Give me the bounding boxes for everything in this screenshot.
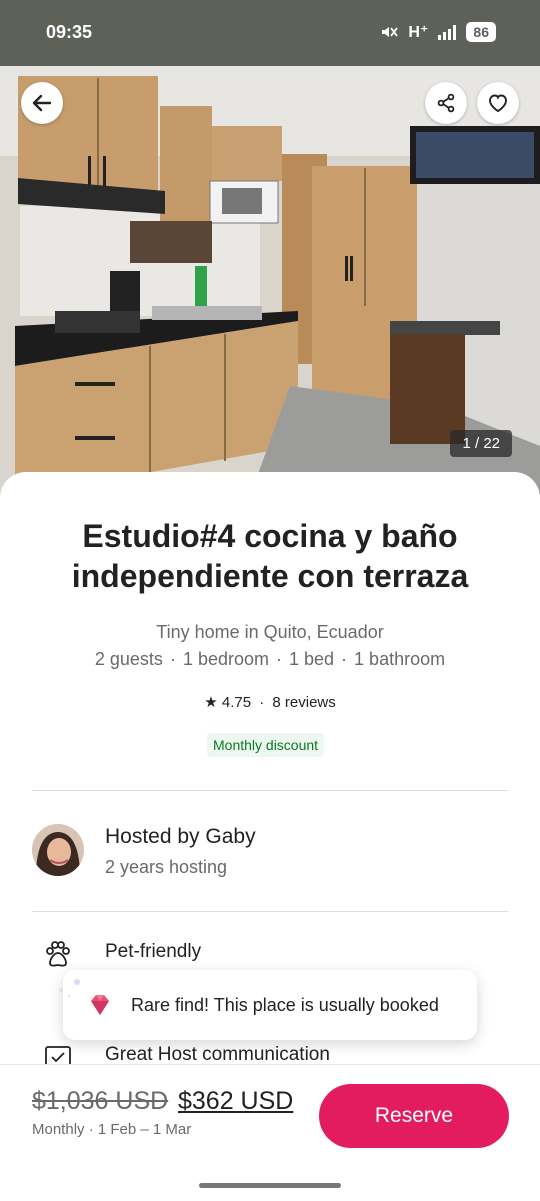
home-indicator[interactable] (199, 1183, 341, 1188)
feature-pet-friendly: Pet-friendly (105, 941, 202, 962)
detail-guests: 2 guests (94, 649, 163, 669)
signal-icon (438, 24, 457, 40)
network-label: H⁺ (408, 24, 429, 41)
booking-footer: $1,036 USD $362 USD Monthly · 1 Feb – 1 … (0, 1064, 540, 1201)
star-icon: ★ (204, 694, 218, 711)
discounted-price[interactable]: $362 USD (178, 1087, 293, 1116)
back-button[interactable] (21, 82, 63, 124)
reserve-button[interactable]: Reserve (319, 1084, 509, 1148)
rating-row[interactable]: ★ 4.75 · 8 reviews (0, 693, 540, 711)
share-icon (437, 93, 455, 113)
detail-beds: 1 bed (289, 649, 335, 669)
photo-counter: 1 / 22 (450, 430, 512, 457)
status-bar: 09:35 H⁺ 86 (0, 0, 540, 66)
host-years: 2 years hosting (105, 857, 228, 877)
feature-host-communication: Great Host communication (105, 1044, 330, 1065)
reviews-link[interactable]: 8 reviews (272, 694, 335, 711)
share-button[interactable] (425, 82, 467, 124)
save-favorite-button[interactable] (477, 82, 519, 124)
stay-dates[interactable]: Monthly · 1 Feb – 1 Mar (32, 1121, 191, 1138)
listing-photo[interactable]: 1 / 22 (0, 66, 540, 496)
gem-icon (91, 995, 109, 1015)
status-time: 09:35 (46, 22, 93, 42)
detail-bedrooms: 1 bedroom (182, 649, 269, 669)
divider (32, 790, 508, 791)
mute-icon (382, 27, 399, 37)
toast-message: Rare find! This place is usually booked (131, 995, 439, 1015)
paw-icon (46, 941, 70, 967)
listing-capacity: 2 guests · 1 bedroom · 1 bed · 1 bathroom (94, 649, 446, 669)
battery-icon: 86 (466, 22, 496, 42)
divider (32, 911, 508, 912)
rating-value: 4.75 (221, 694, 252, 711)
monthly-discount-badge: Monthly discount (207, 733, 325, 757)
back-arrow-icon (32, 94, 52, 112)
listing-title: Estudio#4 cocina y baño independiente co… (71, 518, 469, 594)
rare-find-toast: Rare find! This place is usually booked (59, 970, 477, 1040)
status-icons: H⁺ 86 (380, 22, 496, 42)
sparkle-icon (59, 979, 80, 998)
heart-icon (489, 94, 507, 113)
avatar-image (32, 824, 84, 876)
host-avatar[interactable] (32, 824, 84, 876)
listing-subtitle: Tiny home in Quito, Ecuador (156, 622, 384, 642)
original-price: $1,036 USD (32, 1087, 169, 1115)
host-name[interactable]: Hosted by Gaby (105, 825, 256, 849)
detail-bathrooms: 1 bathroom (354, 649, 446, 669)
